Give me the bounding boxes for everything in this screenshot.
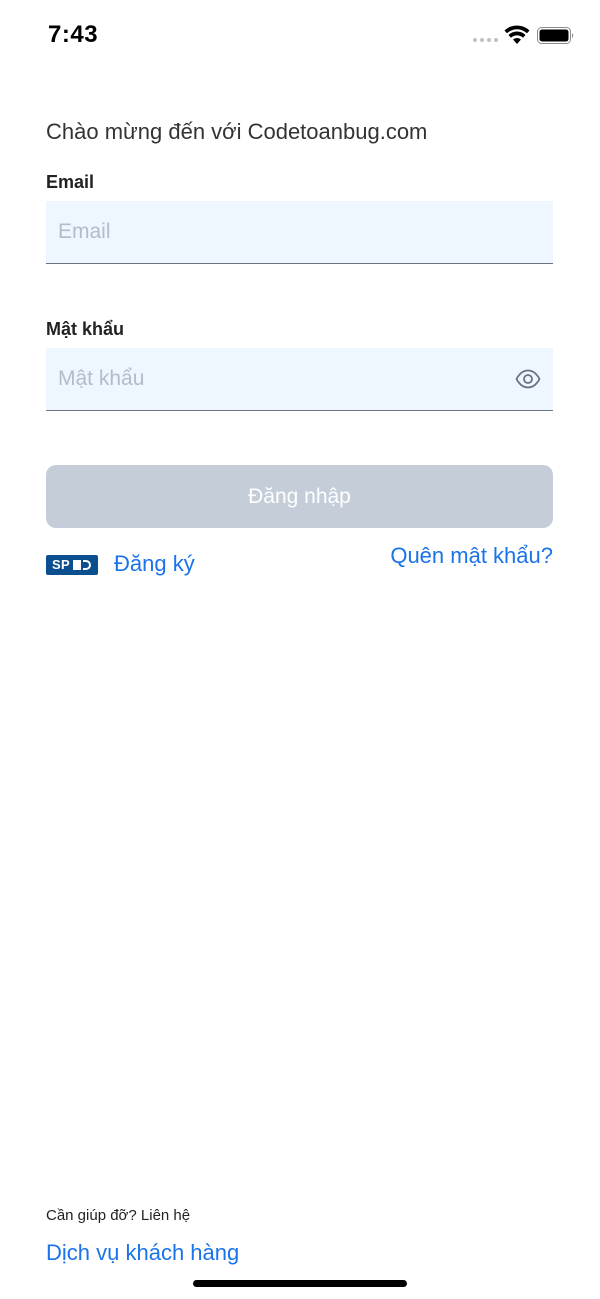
- eye-icon[interactable]: [515, 368, 541, 390]
- status-time: 7:43: [48, 21, 99, 48]
- customer-service-link[interactable]: Dịch vụ khách hàng: [46, 1240, 239, 1266]
- email-label: Email: [46, 172, 95, 192]
- spid-d-mark: [83, 560, 91, 570]
- signal-dots-icon: [473, 38, 498, 42]
- spid-logo-icon[interactable]: SP: [46, 555, 98, 575]
- battery-icon: [537, 27, 574, 44]
- home-indicator[interactable]: [193, 1280, 407, 1287]
- register-link[interactable]: Đăng ký: [114, 551, 195, 577]
- help-text: Cần giúp đỡ? Liên hệ: [46, 1207, 191, 1224]
- password-field[interactable]: [58, 348, 498, 410]
- email-field-container[interactable]: [46, 201, 553, 264]
- password-field-container[interactable]: [46, 348, 553, 411]
- status-bar: 7:43: [0, 0, 600, 70]
- spid-square-mark: [73, 560, 81, 570]
- wifi-icon: [504, 25, 530, 44]
- password-label: Mật khẩu: [46, 319, 125, 339]
- welcome-heading: Chào mừng đến với Codetoanbug.com: [46, 119, 428, 144]
- spid-logo-text: SP: [52, 557, 70, 572]
- forgot-password-link[interactable]: Quên mật khẩu?: [390, 543, 553, 569]
- login-button[interactable]: Đăng nhập: [46, 465, 553, 528]
- email-field[interactable]: [58, 201, 498, 263]
